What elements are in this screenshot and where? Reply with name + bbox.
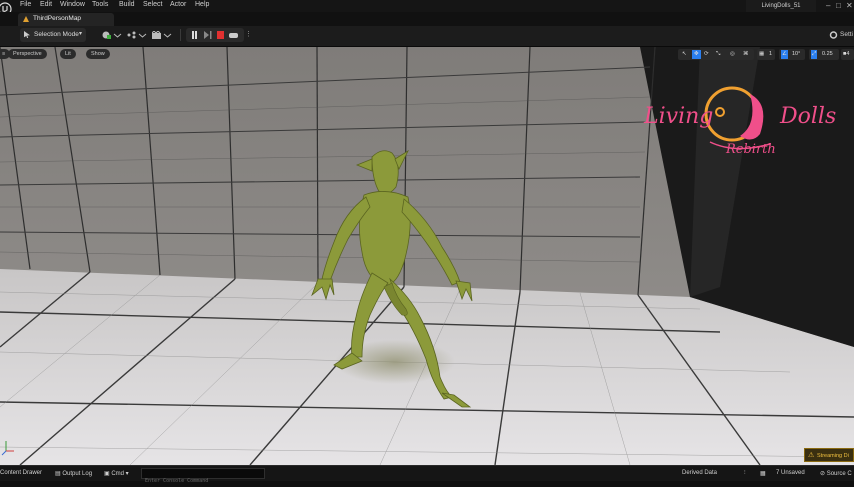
level-icon: [23, 16, 29, 22]
grid-snap-icon[interactable]: ▦: [759, 50, 764, 59]
maximize-button[interactable]: □: [836, 0, 841, 12]
watermark-line2: Dolls: [780, 104, 837, 129]
menu-select[interactable]: Select: [143, 1, 162, 8]
selection-mode-label: Selection Mode: [34, 31, 79, 38]
settings-label[interactable]: Setti: [840, 31, 853, 38]
lit-button[interactable]: Lit: [60, 49, 76, 59]
cmd-label: Cmd: [111, 471, 125, 477]
save-icon[interactable]: ▦: [760, 470, 766, 477]
pause-icon[interactable]: [190, 31, 199, 39]
rotation-snap-icon[interactable]: ∠: [781, 50, 788, 59]
chevron-down-icon[interactable]: [138, 31, 147, 39]
blueprint-icon[interactable]: [127, 31, 136, 39]
watermark-line1: Living: [644, 104, 714, 129]
toolbar-divider: [180, 29, 181, 41]
gamepad-icon[interactable]: [229, 31, 238, 39]
source-control-label: Source C: [826, 471, 852, 477]
perspective-label: Perspective: [13, 51, 42, 57]
add-actor-icon[interactable]: [102, 31, 111, 39]
source-control-button[interactable]: ⊘ Source C: [820, 470, 852, 477]
streaming-notification[interactable]: ⚠ Streaming Di: [804, 448, 854, 462]
menu-file[interactable]: File: [20, 1, 31, 8]
content-drawer-label: Content Drawer: [0, 470, 43, 476]
console-command-input[interactable]: [142, 476, 264, 486]
tab-third-person-map[interactable]: ThirdPersonMap: [18, 13, 114, 26]
translate-tool-icon[interactable]: ✥: [692, 50, 701, 59]
rotate-tool-icon[interactable]: ⟳: [704, 50, 709, 59]
minimize-button[interactable]: –: [826, 0, 830, 12]
menu-actor[interactable]: Actor: [170, 1, 186, 8]
surface-snap-icon[interactable]: ⌘: [743, 50, 749, 59]
warning-icon: ⚠: [808, 452, 815, 459]
more-options-icon[interactable]: ⋮: [245, 30, 252, 38]
cursor-icon: [24, 31, 30, 38]
stop-icon[interactable]: [216, 31, 225, 39]
tab-label: ThirdPersonMap: [33, 15, 82, 22]
scale-snap-value[interactable]: 0.25: [822, 50, 833, 59]
menu-edit[interactable]: Edit: [40, 1, 52, 8]
lit-label: Lit: [65, 51, 71, 57]
derived-data-label: Derived Data: [682, 470, 718, 476]
scale-tool-icon[interactable]: ⤡: [716, 50, 720, 59]
derived-data-button[interactable]: Derived Data: [682, 470, 717, 476]
show-label: Show: [91, 51, 105, 57]
watermark-line3: Rebirth: [726, 142, 776, 157]
output-log-button[interactable]: ▤ Output Log: [55, 470, 92, 477]
perspective-button[interactable]: Perspective: [8, 49, 47, 59]
project-name: LivingDolls_51: [746, 0, 816, 12]
menu-build[interactable]: Build: [119, 1, 135, 8]
step-frame-icon[interactable]: [203, 31, 212, 39]
selection-mode-dropdown[interactable]: Selection Mode ▾: [20, 28, 86, 42]
menu-tools[interactable]: Tools: [92, 1, 108, 8]
rotation-snap-value[interactable]: 10°: [792, 50, 800, 59]
menu-help[interactable]: Help: [195, 1, 209, 8]
gear-icon[interactable]: [829, 31, 838, 39]
cinematics-icon[interactable]: [152, 31, 161, 39]
output-log-label: Output Log: [62, 471, 93, 477]
unsaved-button[interactable]: 7 Unsaved: [776, 470, 805, 476]
cmd-dropdown[interactable]: ▣ Cmd ▾: [104, 470, 129, 477]
chevron-down-icon[interactable]: [163, 31, 172, 39]
console-command-box[interactable]: [141, 468, 265, 486]
select-tool-icon[interactable]: ↖: [682, 50, 687, 59]
scale-snap-icon[interactable]: ⤢: [811, 50, 818, 59]
menu-window[interactable]: Window: [60, 1, 85, 8]
show-button[interactable]: Show: [86, 49, 110, 59]
chevron-down-icon: ▾: [78, 31, 82, 37]
source-control-icon: ⊘: [820, 471, 827, 477]
tab-bar: [0, 12, 854, 26]
chevron-down-icon[interactable]: [113, 31, 122, 39]
notification-text: Streaming Di: [817, 453, 849, 459]
unsaved-label: 7 Unsaved: [776, 470, 805, 476]
close-button[interactable]: ✕: [846, 0, 853, 12]
grid-snap-value[interactable]: 1: [769, 50, 772, 59]
camera-speed-value[interactable]: ■4: [843, 50, 849, 59]
content-drawer-button[interactable]: Content Drawer: [0, 470, 42, 476]
notifications-icon[interactable]: ⫶: [744, 470, 746, 477]
camera-speed-number: 4: [846, 51, 850, 57]
world-space-icon[interactable]: ◎: [730, 50, 735, 59]
